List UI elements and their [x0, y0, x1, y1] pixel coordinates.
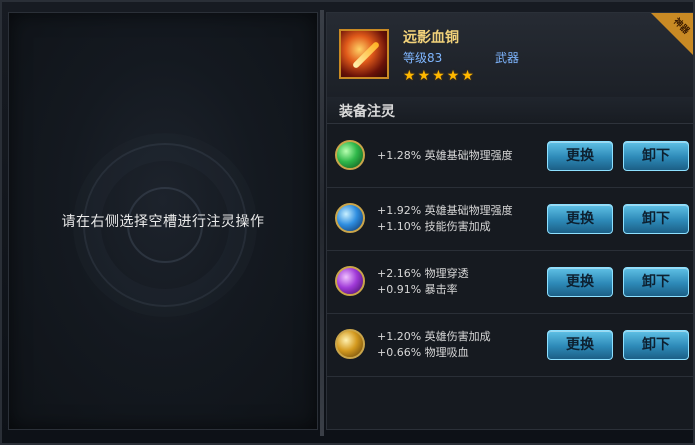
replace-button[interactable]: 更换 — [547, 204, 613, 234]
item-header: 远影血铜 等级83 武器 ★ ★ ★ ★ ★ 神器 — [327, 13, 693, 98]
star-icon: ★ — [403, 68, 416, 84]
star-icon: ★ — [432, 68, 445, 84]
infusion-preview-panel: 请在右侧选择空槽进行注灵操作 — [8, 12, 318, 430]
infusion-slot-1: +1.28% 英雄基础物理强度 更换 卸下 — [327, 125, 693, 188]
panel-divider — [320, 10, 324, 436]
star-icon: ★ — [461, 68, 474, 84]
item-name: 远影血铜 — [403, 30, 459, 46]
slot-stat-line: +1.92% 英雄基础物理强度 — [377, 204, 513, 217]
replace-button[interactable]: 更换 — [547, 141, 613, 171]
section-header: 装备注灵 — [327, 97, 693, 124]
artifact-badge — [651, 13, 693, 55]
slot-stat-line: +2.16% 物理穿透 — [377, 267, 469, 280]
gold-gem-icon — [335, 329, 365, 359]
slot-stat-line: +1.10% 技能伤害加成 — [377, 220, 491, 233]
remove-button[interactable]: 卸下 — [623, 204, 689, 234]
remove-button[interactable]: 卸下 — [623, 267, 689, 297]
star-icon: ★ — [417, 68, 431, 84]
weapon-icon[interactable] — [339, 29, 389, 79]
blue-gem-icon — [335, 203, 365, 233]
purple-gem-icon — [335, 266, 365, 296]
star-rating: ★ ★ ★ ★ ★ — [403, 69, 474, 83]
green-gem-icon — [335, 140, 365, 170]
infusion-slot-2: +1.92% 英雄基础物理强度 +1.10% 技能伤害加成 更换 卸下 — [327, 188, 693, 251]
slot-stat-line: +0.91% 暴击率 — [377, 283, 458, 296]
select-slot-hint: 请在右侧选择空槽进行注灵操作 — [61, 214, 265, 230]
slot-stat-line: +1.20% 英雄伤害加成 — [377, 330, 491, 343]
infusion-slot-4: +1.20% 英雄伤害加成 +0.66% 物理吸血 更换 卸下 — [327, 314, 693, 377]
replace-button[interactable]: 更换 — [547, 267, 613, 297]
remove-button[interactable]: 卸下 — [623, 141, 689, 171]
section-title: 装备注灵 — [339, 104, 395, 120]
game-window: 请在右侧选择空槽进行注灵操作 远影血铜 等级83 武器 ★ ★ ★ ★ ★ 神器… — [0, 0, 695, 445]
slot-stat-line: +0.66% 物理吸血 — [377, 346, 469, 359]
infusion-slot-3: +2.16% 物理穿透 +0.91% 暴击率 更换 卸下 — [327, 251, 693, 314]
slot-stat-line: +1.28% 英雄基础物理强度 — [377, 149, 513, 162]
item-type: 武器 — [495, 51, 520, 65]
item-level: 等级83 — [403, 51, 443, 65]
star-icon: ★ — [446, 68, 460, 84]
equipment-panel: 远影血铜 等级83 武器 ★ ★ ★ ★ ★ 神器 装备注灵 +1.28% 英雄… — [326, 12, 694, 430]
replace-button[interactable]: 更换 — [547, 330, 613, 360]
remove-button[interactable]: 卸下 — [623, 330, 689, 360]
